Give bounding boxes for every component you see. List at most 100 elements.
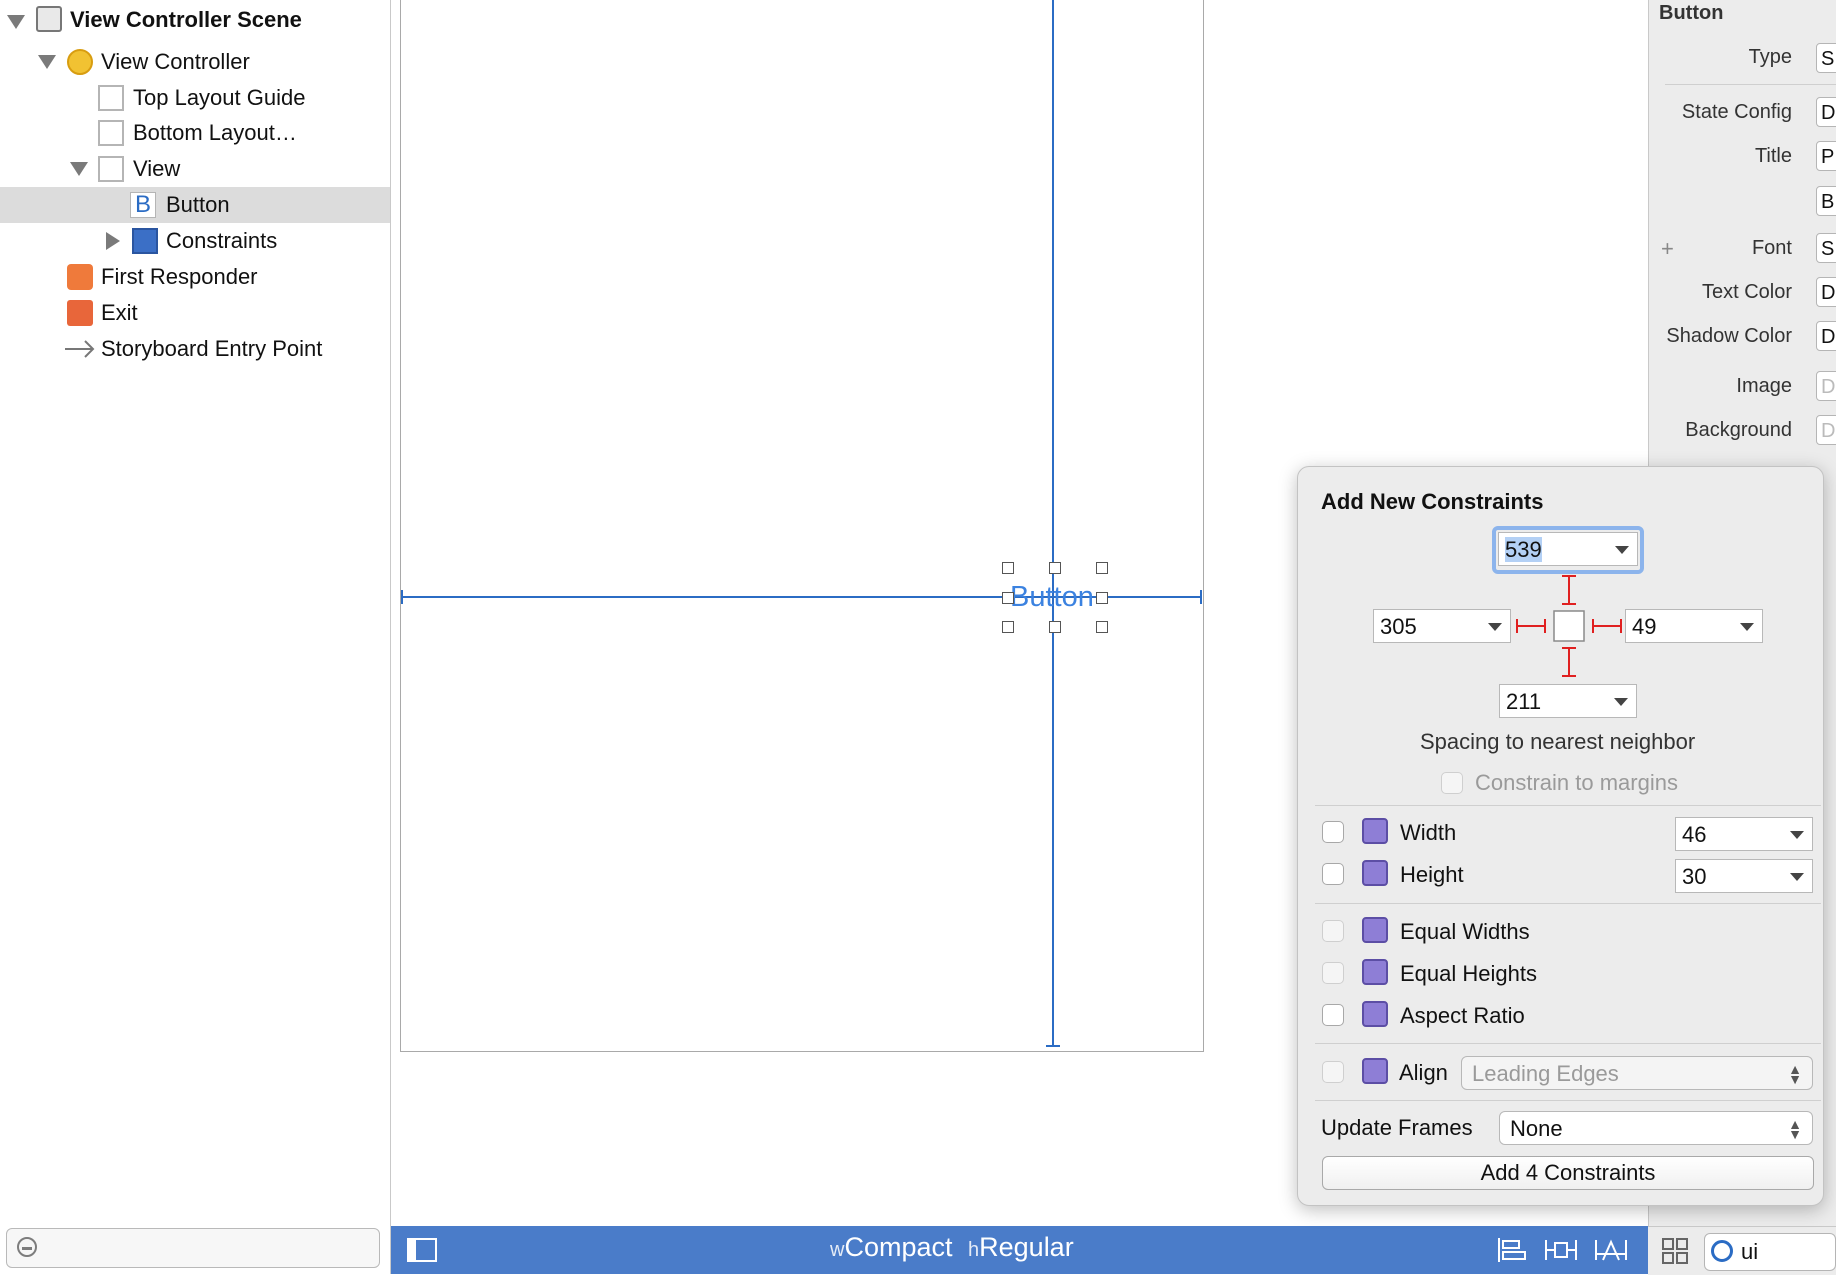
resize-handle[interactable] (1049, 621, 1061, 633)
align-popup[interactable]: Leading Edges ▲ ▼ (1461, 1056, 1813, 1090)
chevron-down-icon (1614, 698, 1628, 706)
resize-handle[interactable] (1002, 621, 1014, 633)
constraint-struts-diagram[interactable] (1515, 572, 1623, 680)
chevron-down-icon (1615, 546, 1629, 554)
add-constraints-button[interactable]: Add 4 Constraints (1322, 1156, 1814, 1190)
width-prefix: w (830, 1239, 845, 1261)
first-responder-icon (67, 264, 93, 290)
resize-handle[interactable] (1096, 562, 1108, 574)
outline-item-label: View Controller Scene (70, 7, 302, 32)
text-color-well[interactable]: D (1816, 277, 1836, 307)
width-checkbox[interactable] (1322, 821, 1344, 843)
grid-view-icon[interactable] (1662, 1238, 1688, 1264)
outline-item-constraints[interactable]: Constraints (0, 223, 390, 259)
outline-item-label: Top Layout Guide (133, 85, 306, 110)
disclosure-triangle-icon[interactable] (7, 15, 25, 29)
divider (1665, 84, 1836, 85)
equal-heights-checkbox[interactable] (1322, 962, 1344, 984)
outline-item-label: Button (166, 192, 230, 217)
outline-item-label: Bottom Layout… (133, 120, 297, 145)
layout-guide-icon (98, 85, 124, 111)
aspect-ratio-icon (1362, 1001, 1388, 1027)
state-config-popup[interactable]: D (1816, 97, 1836, 127)
outline-filter-field[interactable] (6, 1228, 380, 1268)
outline-item-label: Constraints (166, 228, 278, 253)
outline-item-storyboard-entry-point[interactable]: Storyboard Entry Point (0, 331, 390, 367)
equal-widths-checkbox[interactable] (1322, 920, 1344, 942)
toggle-outline-icon[interactable] (407, 1238, 437, 1262)
font-label: Font (1751, 237, 1792, 259)
align-icon[interactable] (1496, 1236, 1528, 1264)
right-spacing-combo[interactable]: 49 (1625, 609, 1763, 643)
resize-handle[interactable] (1002, 592, 1014, 604)
state-config-label: State Config (1681, 101, 1792, 123)
height-constraint-icon (1362, 860, 1388, 886)
outline-item-first-responder[interactable]: First Responder (0, 259, 390, 295)
exit-icon (67, 300, 93, 326)
divider (1315, 1043, 1821, 1044)
title-text-field[interactable]: B (1816, 186, 1836, 216)
height-value: 30 (1682, 864, 1707, 889)
outline-item-top-layout-guide[interactable]: Top Layout Guide (0, 80, 390, 116)
resize-handle[interactable] (1049, 562, 1061, 574)
shadow-color-well[interactable]: D (1816, 321, 1836, 351)
divider (1315, 805, 1821, 806)
arrow-icon (65, 340, 95, 358)
resize-handle[interactable] (1096, 621, 1108, 633)
height-checkbox[interactable] (1322, 863, 1344, 885)
updown-chevron-icon: ▲ ▼ (1788, 1116, 1802, 1142)
library-search-field[interactable]: ui (1704, 1233, 1836, 1271)
bottom-spacing-combo[interactable]: 211 (1499, 684, 1637, 718)
bottom-spacing-value: 211 (1506, 689, 1542, 714)
height-value-combo[interactable]: 30 (1675, 859, 1813, 893)
font-field[interactable]: S (1816, 233, 1836, 263)
resize-handle[interactable] (1002, 562, 1014, 574)
vertical-guide-line (1052, 0, 1054, 1047)
outline-item-view-controller-scene[interactable]: View Controller Scene (0, 2, 390, 38)
equal-heights-label: Equal Heights (1400, 961, 1537, 986)
constraints-icon (132, 228, 158, 254)
outline-item-view-controller[interactable]: View Controller (0, 44, 390, 80)
height-label: Height (1400, 862, 1464, 887)
title-popup[interactable]: P (1816, 141, 1836, 171)
add-variation-icon[interactable]: + (1661, 236, 1674, 262)
outline-item-view[interactable]: View (0, 151, 390, 187)
constrain-to-margins-checkbox[interactable] (1441, 772, 1463, 794)
disclosure-triangle-icon[interactable] (38, 55, 56, 69)
align-checkbox[interactable] (1322, 1061, 1344, 1083)
view-controller-scene-frame[interactable] (400, 0, 1204, 1052)
pin-icon[interactable] (1544, 1236, 1578, 1264)
view-controller-icon (67, 49, 93, 75)
outline-item-label: View Controller (101, 49, 250, 74)
resize-handle[interactable] (1096, 592, 1108, 604)
outline-item-exit[interactable]: Exit (0, 295, 390, 331)
type-popup[interactable]: S (1816, 43, 1836, 73)
canvas-button[interactable]: Button (1010, 579, 1094, 615)
aspect-ratio-checkbox[interactable] (1322, 1004, 1344, 1026)
width-label: Width (1400, 820, 1457, 845)
size-class-toggle[interactable]: wCompact hRegular (830, 1232, 1074, 1263)
disclosure-triangle-icon[interactable] (106, 232, 120, 250)
left-spacing-value: 305 (1380, 614, 1417, 639)
height-size-class: Regular (979, 1232, 1074, 1262)
aspect-ratio-label: Aspect Ratio (1400, 1003, 1525, 1028)
text-color-label: Text Color (1701, 281, 1792, 303)
outline-item-bottom-layout-guide[interactable]: Bottom Layout… (0, 115, 390, 151)
updown-chevron-icon: ▲ ▼ (1788, 1061, 1802, 1087)
left-spacing-combo[interactable]: 305 (1373, 609, 1511, 643)
align-label: Align (1399, 1060, 1448, 1085)
outline-item-label: Exit (101, 300, 138, 325)
resolve-auto-layout-icon[interactable] (1594, 1236, 1628, 1264)
chevron-down-icon (1790, 873, 1804, 881)
outline-item-button[interactable]: B Button (0, 187, 390, 223)
height-prefix: h (968, 1239, 980, 1261)
type-label: Type (1748, 46, 1792, 68)
right-spacing-value: 49 (1632, 614, 1657, 639)
width-value-combo[interactable]: 46 (1675, 817, 1813, 851)
top-spacing-combo[interactable]: 539 (1498, 532, 1638, 566)
top-spacing-value: 539 (1505, 537, 1542, 562)
background-field[interactable]: D (1816, 415, 1836, 445)
image-field[interactable]: D (1816, 371, 1836, 401)
update-frames-popup[interactable]: None ▲ ▼ (1499, 1111, 1813, 1145)
disclosure-triangle-icon[interactable] (70, 162, 88, 176)
